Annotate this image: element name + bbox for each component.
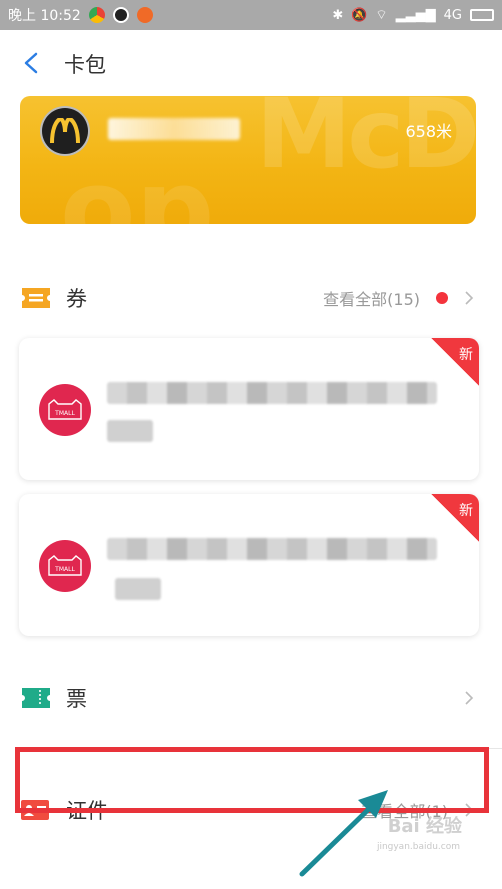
coupons-view-all-link[interactable]: 查看全部(15) — [323, 286, 420, 310]
baidu-jingyan-watermark: Bai 经验 — [387, 816, 462, 837]
silent-icon: 🔕 — [351, 7, 368, 23]
coupons-section-row[interactable]: 券 查看全部(15) — [0, 268, 502, 328]
tmall-cat-icon: TMALL — [48, 399, 82, 420]
mcd-watermark-2: op — [60, 145, 215, 224]
bluetooth-icon: ✱ — [332, 7, 344, 23]
tmall-logo-text: TMALL — [54, 410, 75, 417]
watermark-url: jingyan.baidu.com — [376, 842, 460, 852]
coupon-subtitle-blurred — [107, 420, 153, 442]
coupon-subtitle-blurred — [115, 578, 161, 600]
tmall-logo: TMALL — [39, 540, 91, 592]
coupon-card[interactable]: TMALL 新 — [19, 494, 479, 636]
coupon-title-blurred — [107, 382, 437, 404]
coupon-card[interactable]: TMALL 新 — [19, 338, 479, 480]
section-divider — [76, 748, 502, 749]
tickets-label: 票 — [66, 687, 87, 711]
coupons-label: 券 — [66, 287, 87, 311]
battery-icon — [470, 9, 494, 21]
ticket-icon — [22, 288, 50, 308]
tmall-cat-icon: TMALL — [48, 555, 82, 576]
mcdonalds-arches-icon — [50, 118, 80, 144]
store-name-blurred — [108, 118, 240, 140]
qq-penguin-icon — [112, 7, 129, 23]
signal-icon: ▂▃▅▇ — [395, 7, 436, 23]
id-card-icon — [21, 800, 49, 820]
new-badge-label: 新 — [459, 347, 473, 363]
ticket-stub-icon — [22, 688, 50, 708]
page-title: 卡包 — [64, 53, 106, 77]
chevron-right-icon — [465, 691, 474, 705]
tmall-logo: TMALL — [39, 384, 91, 436]
store-distance: 658米 — [405, 122, 452, 141]
new-dot-badge — [436, 292, 448, 304]
wifi-icon: ⌔ — [375, 8, 388, 23]
header: 卡包 — [0, 30, 502, 96]
card-wallet-page: 卡包 McD op 658米 券 查看全部(15) TMALL 新 TMALL … — [0, 30, 502, 889]
chevron-right-icon — [465, 291, 474, 305]
tickets-section-row[interactable]: 票 — [0, 668, 502, 728]
network-label: 4G — [443, 7, 462, 23]
status-bar: 晚上 10:52 ✱ 🔕 ⌔ ▂▃▅▇ 4G — [0, 0, 502, 30]
mcd-membership-card[interactable]: McD op 658米 — [20, 96, 476, 224]
orange-app-icon — [136, 7, 153, 23]
status-time: 晚上 10:52 — [8, 8, 81, 24]
chevron-right-icon — [465, 803, 474, 817]
new-badge-label: 新 — [459, 503, 473, 519]
tmall-logo-text: TMALL — [54, 566, 75, 573]
chrome-like-icon — [88, 7, 105, 23]
mcdonalds-logo — [40, 106, 90, 156]
chevron-left-icon[interactable] — [22, 52, 40, 74]
ids-label: 证件 — [66, 799, 108, 823]
coupon-title-blurred — [107, 538, 437, 560]
